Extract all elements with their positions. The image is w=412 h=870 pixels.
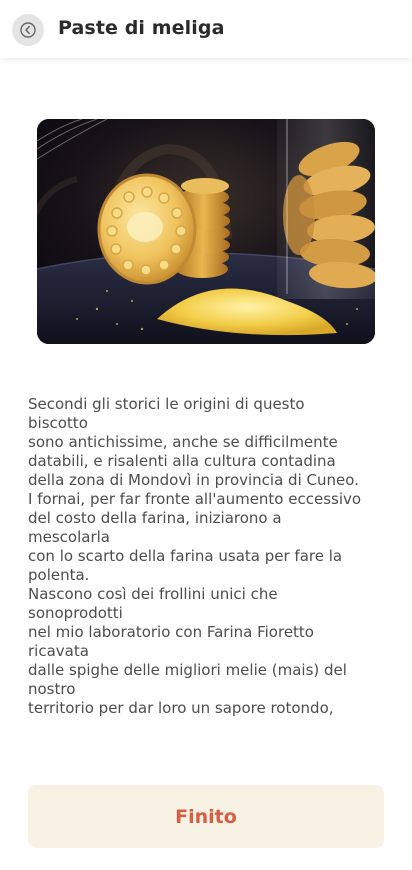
description-line: della zona di Mondovì in provincia di Cu… xyxy=(28,471,359,489)
description-line: ricavata xyxy=(28,642,89,660)
product-description: Secondi gli storici le origini di questo… xyxy=(28,395,388,718)
description-line: nel mio laboratorio con Farina Fioretto xyxy=(28,623,314,641)
description-line: con lo scarto della farina usata per far… xyxy=(28,547,343,565)
description-line: mescolarla xyxy=(28,528,110,546)
app-bar: Paste di meliga xyxy=(0,0,412,58)
description-line: sonoprodotti xyxy=(28,604,123,622)
description-line: territorio per dar loro un sapore rotond… xyxy=(28,699,334,717)
description-line: Nascono così dei frollini unici che xyxy=(28,585,278,603)
description-line: sono antichissime, anche se difficilment… xyxy=(28,433,338,451)
page-title: Paste di meliga xyxy=(58,17,225,39)
description-line: biscotto xyxy=(28,414,88,432)
description-line: dalle spighe delle migliori melie (mais)… xyxy=(28,661,347,679)
description-line: databili, e risalenti alla cultura conta… xyxy=(28,452,336,470)
description-line: I fornai, per far fronte all'aumento ecc… xyxy=(28,490,362,508)
back-arrow-circle-icon xyxy=(20,22,36,38)
back-button[interactable] xyxy=(12,14,44,46)
description-line: del costo della farina, iniziarono a xyxy=(28,509,282,527)
description-line: Secondi gli storici le origini di questo xyxy=(28,395,305,413)
done-button[interactable]: Finito xyxy=(28,785,384,848)
description-line: nostro xyxy=(28,680,76,698)
hero-image xyxy=(37,119,375,344)
description-line: polenta. xyxy=(28,566,90,584)
